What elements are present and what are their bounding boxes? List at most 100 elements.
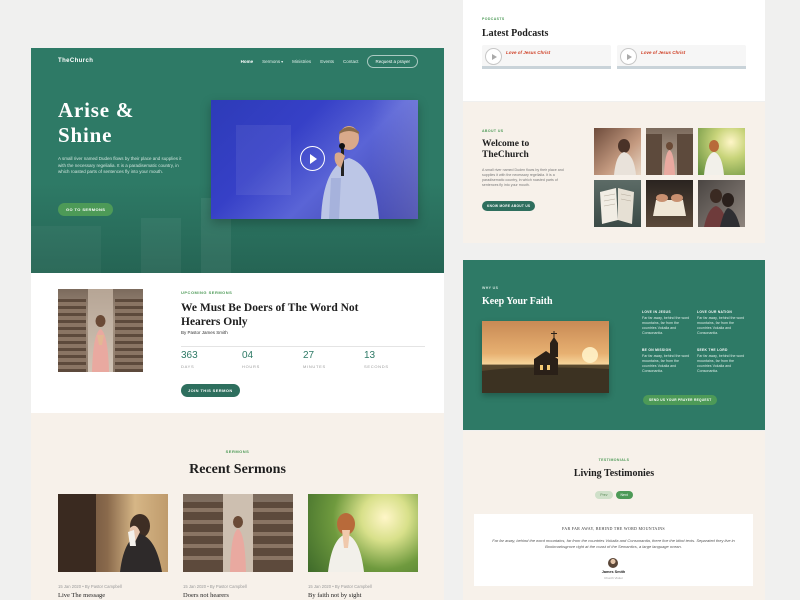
request-prayer-button[interactable]: Request a prayer	[367, 55, 418, 68]
sermon-card-title[interactable]: Live The message	[58, 592, 168, 599]
nav-item-sermons[interactable]: Sermons▾	[262, 59, 283, 64]
section-title: Latest Podcasts	[482, 28, 549, 39]
hero-title-line: Shine	[58, 123, 113, 147]
feature-title: BE ON MISSION	[642, 348, 672, 352]
countdown-number: 04	[242, 350, 254, 361]
testimony-nav: Prev Next	[463, 491, 765, 499]
feature-description: Far far away, behind the word mountains,…	[697, 316, 745, 335]
section-title: Living Testimonies	[573, 468, 655, 479]
join-sermon-button[interactable]: JOIN THIS SERMON	[181, 384, 240, 397]
gallery-image[interactable]	[594, 128, 641, 175]
feature-title: LOVE OUR NATION	[697, 310, 733, 314]
feature-item: SEEK THE LORD Far far away, behind the w…	[697, 348, 747, 374]
prev-button[interactable]: Prev	[595, 491, 613, 499]
church-silhouette	[482, 331, 609, 393]
countdown-number: 363	[181, 350, 198, 361]
countdown-seconds: 13 SECONDS	[364, 346, 425, 369]
sermon-card[interactable]: 15 Jan 2020 • By Pastor Campbell Live Th…	[58, 494, 168, 599]
go-to-sermons-button[interactable]: GO TO SERMONS	[58, 203, 114, 216]
feature-title: LOVE IN JESUS	[642, 310, 671, 314]
nav-item-contact[interactable]: Contact	[343, 59, 359, 64]
hero-description: A small river named Duden flows by their…	[58, 156, 182, 174]
nav-item-ministries[interactable]: Ministries	[292, 59, 311, 64]
audio-player[interactable]: Love of Jesus Christ	[617, 45, 746, 69]
praying-woman-figure	[58, 494, 162, 572]
sermon-title: We Must Be Doers of The Word Not Hearers…	[181, 302, 359, 328]
countdown-minutes: 27 MINUTES	[303, 346, 364, 369]
testimony-heading: FAR FAR AWAY, BEHIND THE WORD MOUNTAINS	[562, 526, 665, 531]
video-backdrop	[236, 125, 291, 195]
section-kicker: ABOUT US	[482, 129, 504, 133]
gallery-image[interactable]	[594, 180, 641, 227]
chevron-down-icon: ▾	[281, 59, 284, 64]
gallery-image[interactable]	[646, 128, 693, 175]
testimony-quote: Far far away, behind the word mountains,…	[492, 538, 735, 549]
hero-backdrop-shape	[141, 218, 181, 273]
audio-progress-track[interactable]	[482, 66, 611, 69]
sermon-card-meta: 15 Jan 2020 • By Pastor Campbell	[58, 584, 122, 589]
church-aisle-figure	[183, 494, 293, 572]
nav-item-label: Sermons	[262, 59, 281, 64]
recent-sermons-section: SERMONS Recent Sermons 15 Jan 2020 • By …	[31, 413, 444, 600]
feature-description: Far far away, behind the word mountains,…	[697, 354, 745, 373]
know-more-button[interactable]: KNOW MORE ABOUT US	[482, 201, 536, 211]
prayer-request-button[interactable]: SEND US YOUR PRAYER REQUEST	[643, 395, 718, 405]
gallery-image[interactable]	[646, 180, 693, 227]
sermon-card-title[interactable]: Doers not hearers	[183, 592, 293, 599]
testimony-role: Church Visitor	[604, 576, 623, 580]
feature-item: LOVE OUR NATION Far far away, behind the…	[697, 310, 747, 336]
testimony-card: FAR FAR AWAY, BEHIND THE WORD MOUNTAINS …	[474, 514, 753, 586]
feature-description: Far far away, behind the word mountains,…	[642, 354, 690, 373]
section-kicker: SERMONS	[225, 449, 250, 454]
nav-item-home[interactable]: Home	[241, 59, 254, 64]
gallery-image-figure	[704, 189, 740, 227]
feature-description: Far far away, behind the word mountains,…	[642, 316, 690, 335]
podcasts-section: PODCASTS Latest Podcasts Love of Jesus C…	[463, 0, 765, 101]
sermon-card-image	[183, 494, 293, 572]
podcast-title: Love of Jesus Christ	[506, 50, 551, 55]
hero-title-line: Arise &	[58, 98, 135, 122]
sermon-card-image	[58, 494, 168, 572]
hero-backdrop-shape	[31, 226, 101, 273]
play-icon[interactable]	[300, 146, 325, 171]
countdown-unit: DAYS	[181, 364, 195, 369]
countdown-unit: HOURS	[242, 364, 260, 369]
countdown-hours: 04 HOURS	[242, 346, 303, 369]
hero-title: Arise & Shine	[58, 98, 134, 148]
countdown: 363 DAYS 04 HOURS 27 MINUTES 13 SECONDS	[181, 346, 425, 369]
podcast-title: Love of Jesus Christ	[641, 50, 686, 55]
play-icon[interactable]	[620, 48, 637, 65]
sermon-author: By Pastor James Smith	[181, 330, 228, 335]
gallery-image-figure	[646, 134, 693, 175]
audio-player[interactable]: Love of Jesus Christ	[482, 45, 611, 69]
sermon-card-meta: 15 Jan 2020 • By Pastor Campbell	[183, 584, 247, 589]
praying-woman-figure	[92, 315, 109, 372]
hero-video[interactable]	[211, 100, 418, 219]
gallery-image-figure	[614, 139, 636, 175]
countdown-number: 27	[303, 350, 315, 361]
site-logo[interactable]: TheChurch	[58, 58, 93, 64]
countdown-days: 363 DAYS	[181, 346, 242, 369]
avatar	[608, 558, 618, 568]
countdown-number: 13	[364, 350, 376, 361]
sermon-card[interactable]: 15 Jan 2020 • By Pastor Campbell By fait…	[308, 494, 418, 599]
section-title: Welcome to TheChurch	[482, 139, 530, 160]
gallery-image[interactable]	[698, 180, 745, 227]
section-kicker: PODCASTS	[482, 17, 505, 21]
nav-item-events[interactable]: Events	[320, 59, 334, 64]
audio-progress-track[interactable]	[617, 66, 746, 69]
play-icon[interactable]	[485, 48, 502, 65]
section-kicker: WHY US	[482, 286, 499, 290]
next-button[interactable]: Next	[615, 491, 633, 499]
gallery-image[interactable]	[698, 128, 745, 175]
feature-title: SEEK THE LORD	[697, 348, 728, 352]
sermon-card-meta: 15 Jan 2020 • By Pastor Campbell	[308, 584, 372, 589]
sermon-card-title[interactable]: By faith not by sight	[308, 592, 418, 599]
section-title: Keep Your Faith	[482, 296, 553, 307]
image-detail	[58, 299, 86, 372]
section-description: A small river named Duden flows by their…	[482, 168, 564, 187]
gallery-image-figure	[600, 188, 634, 224]
sermon-card[interactable]: 15 Jan 2020 • By Pastor Campbell Doers n…	[183, 494, 293, 599]
preacher-image	[321, 126, 379, 219]
gallery-image-figure	[653, 194, 686, 216]
